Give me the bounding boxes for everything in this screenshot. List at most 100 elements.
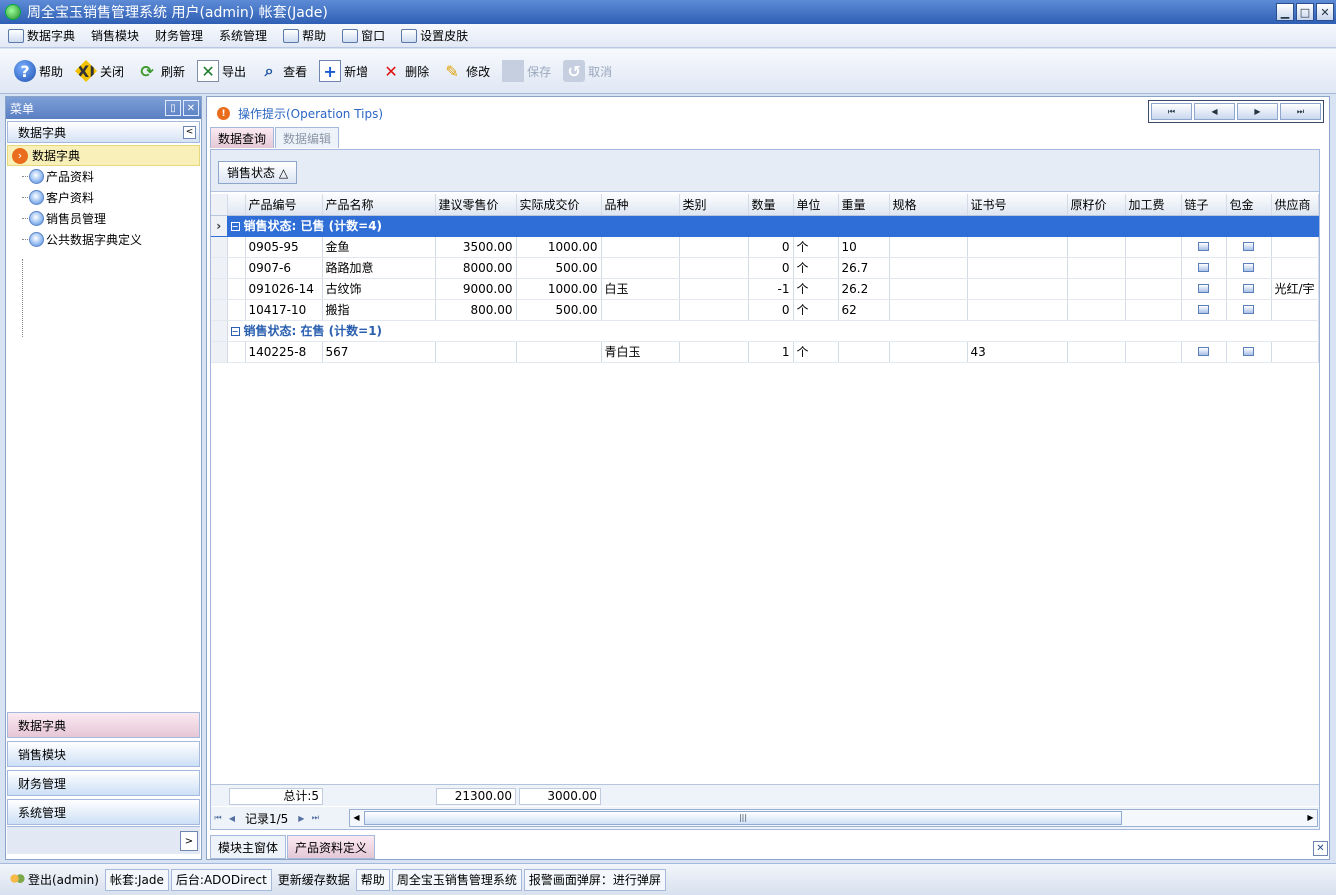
- table-cell[interactable]: [1125, 278, 1182, 300]
- table-cell[interactable]: 光红/宇: [1271, 278, 1319, 300]
- table-cell[interactable]: 0: [748, 257, 794, 279]
- table-cell[interactable]: 个: [793, 341, 839, 363]
- table-row[interactable]: 0905-95 金鱼 3500.00 1000.00 0 个 10: [211, 236, 1319, 258]
- nav-system[interactable]: 系统管理: [7, 799, 200, 825]
- last-record-button[interactable]: ⏭: [1280, 103, 1321, 120]
- horizontal-scrollbar[interactable]: ◀ ||| ▶: [349, 809, 1318, 827]
- checkbox-icon[interactable]: [1226, 278, 1272, 300]
- maximize-button[interactable]: □: [1296, 3, 1314, 21]
- table-cell[interactable]: [967, 236, 1068, 258]
- prev-page-icon[interactable]: ◀: [225, 810, 239, 826]
- checkbox-icon[interactable]: [1181, 236, 1227, 258]
- table-cell[interactable]: [889, 341, 968, 363]
- refresh-cache-button[interactable]: 更新缓存数据: [274, 869, 354, 891]
- table-row[interactable]: 140225-8 567 青白玉 1 个 43: [211, 341, 1319, 363]
- col-header[interactable]: 供应商: [1271, 194, 1319, 216]
- table-cell[interactable]: 0905-95: [245, 236, 323, 258]
- table-cell[interactable]: 1000.00: [516, 236, 602, 258]
- table-cell[interactable]: [679, 278, 749, 300]
- table-cell[interactable]: [679, 236, 749, 258]
- close-button[interactable]: EXIT 关闭: [71, 53, 128, 89]
- checkbox-icon[interactable]: [1181, 299, 1227, 321]
- table-cell[interactable]: [1271, 299, 1319, 321]
- table-cell[interactable]: [1125, 236, 1182, 258]
- tree-item-salespeople[interactable]: 销售员管理: [6, 208, 201, 229]
- col-header[interactable]: 类别: [679, 194, 749, 216]
- table-cell[interactable]: 500.00: [516, 299, 602, 321]
- table-cell[interactable]: [967, 257, 1068, 279]
- table-cell[interactable]: 0: [748, 299, 794, 321]
- table-cell[interactable]: [838, 341, 890, 363]
- new-button[interactable]: + 新增: [315, 53, 372, 89]
- tree-item-products[interactable]: 产品资料: [6, 166, 201, 187]
- delete-button[interactable]: ✕ 删除: [376, 53, 433, 89]
- table-cell[interactable]: 500.00: [516, 257, 602, 279]
- table-cell[interactable]: 43: [967, 341, 1068, 363]
- table-cell[interactable]: [967, 299, 1068, 321]
- menu-skin[interactable]: 设置皮肤: [393, 25, 476, 47]
- close-window-button[interactable]: ✕: [1316, 3, 1334, 21]
- group-by-sales-status[interactable]: 销售状态 △: [218, 161, 298, 184]
- col-header[interactable]: 证书号: [967, 194, 1068, 216]
- last-page-icon[interactable]: ⏭: [308, 810, 322, 826]
- nav-sales[interactable]: 销售模块: [7, 741, 200, 767]
- table-cell[interactable]: [1067, 299, 1126, 321]
- scroll-right-icon[interactable]: ▶: [1304, 811, 1317, 825]
- table-cell[interactable]: [1271, 341, 1319, 363]
- table-cell[interactable]: -1: [748, 278, 794, 300]
- table-cell[interactable]: 1000.00: [516, 278, 602, 300]
- table-cell[interactable]: 0: [748, 236, 794, 258]
- first-page-icon[interactable]: ⏮: [211, 810, 225, 826]
- chevron-right-icon[interactable]: >: [180, 831, 198, 851]
- operation-tips[interactable]: ! 操作提示(Operation Tips): [217, 105, 383, 122]
- nav-finance[interactable]: 财务管理: [7, 770, 200, 796]
- table-cell[interactable]: 9000.00: [435, 278, 517, 300]
- group-row-sold[interactable]: › − 销售状态: 已售 (计数=4): [211, 215, 1319, 237]
- table-cell[interactable]: 26.2: [838, 278, 890, 300]
- tab-product-definition[interactable]: 产品资料定义: [287, 835, 376, 859]
- tree-item-customers[interactable]: 客户资料: [6, 187, 201, 208]
- cancel-button[interactable]: ↺ 取消: [559, 53, 616, 89]
- help-button[interactable]: ? 帮助: [10, 53, 67, 89]
- menu-finance[interactable]: 财务管理: [147, 25, 211, 47]
- menu-data-dictionary[interactable]: 数据字典: [0, 25, 83, 47]
- edit-button[interactable]: ✎ 修改: [437, 53, 494, 89]
- table-cell[interactable]: 26.7: [838, 257, 890, 279]
- close-icon[interactable]: ✕: [183, 100, 199, 116]
- table-cell[interactable]: 金鱼: [322, 236, 436, 258]
- table-cell[interactable]: [967, 278, 1068, 300]
- table-cell[interactable]: [679, 341, 749, 363]
- minimize-button[interactable]: ▁: [1276, 3, 1294, 21]
- col-header[interactable]: 数量: [748, 194, 794, 216]
- table-cell[interactable]: [1271, 257, 1319, 279]
- collapse-group-icon[interactable]: −: [230, 222, 240, 231]
- table-cell[interactable]: 个: [793, 236, 839, 258]
- table-cell[interactable]: [601, 257, 680, 279]
- col-header[interactable]: 包金: [1226, 194, 1272, 216]
- table-row[interactable]: 10417-10 搬指 800.00 500.00 0 个 62: [211, 299, 1319, 321]
- table-cell[interactable]: [889, 299, 968, 321]
- table-cell[interactable]: [1067, 257, 1126, 279]
- export-button[interactable]: ✕ 导出: [193, 53, 250, 89]
- checkbox-icon[interactable]: [1226, 341, 1272, 363]
- table-row[interactable]: 0907-6 路路加意 8000.00 500.00 0 个 26.7: [211, 257, 1319, 279]
- tree-root-data-dictionary[interactable]: › 数据字典: [7, 145, 200, 166]
- col-header[interactable]: 规格: [889, 194, 968, 216]
- checkbox-icon[interactable]: [1226, 257, 1272, 279]
- table-cell[interactable]: [889, 257, 968, 279]
- table-cell[interactable]: [516, 341, 602, 363]
- table-cell[interactable]: 白玉: [601, 278, 680, 300]
- checkbox-icon[interactable]: [1181, 257, 1227, 279]
- menu-help[interactable]: 帮助: [275, 25, 334, 47]
- table-cell[interactable]: [889, 278, 968, 300]
- table-cell[interactable]: [1067, 341, 1126, 363]
- collapse-group-icon[interactable]: −: [230, 327, 240, 336]
- col-header[interactable]: 原籽价: [1067, 194, 1126, 216]
- table-cell[interactable]: [679, 299, 749, 321]
- col-header[interactable]: 产品编号: [245, 194, 323, 216]
- table-cell[interactable]: 800.00: [435, 299, 517, 321]
- table-cell[interactable]: 个: [793, 278, 839, 300]
- table-cell[interactable]: [435, 341, 517, 363]
- table-cell[interactable]: [1067, 278, 1126, 300]
- checkbox-icon[interactable]: [1181, 278, 1227, 300]
